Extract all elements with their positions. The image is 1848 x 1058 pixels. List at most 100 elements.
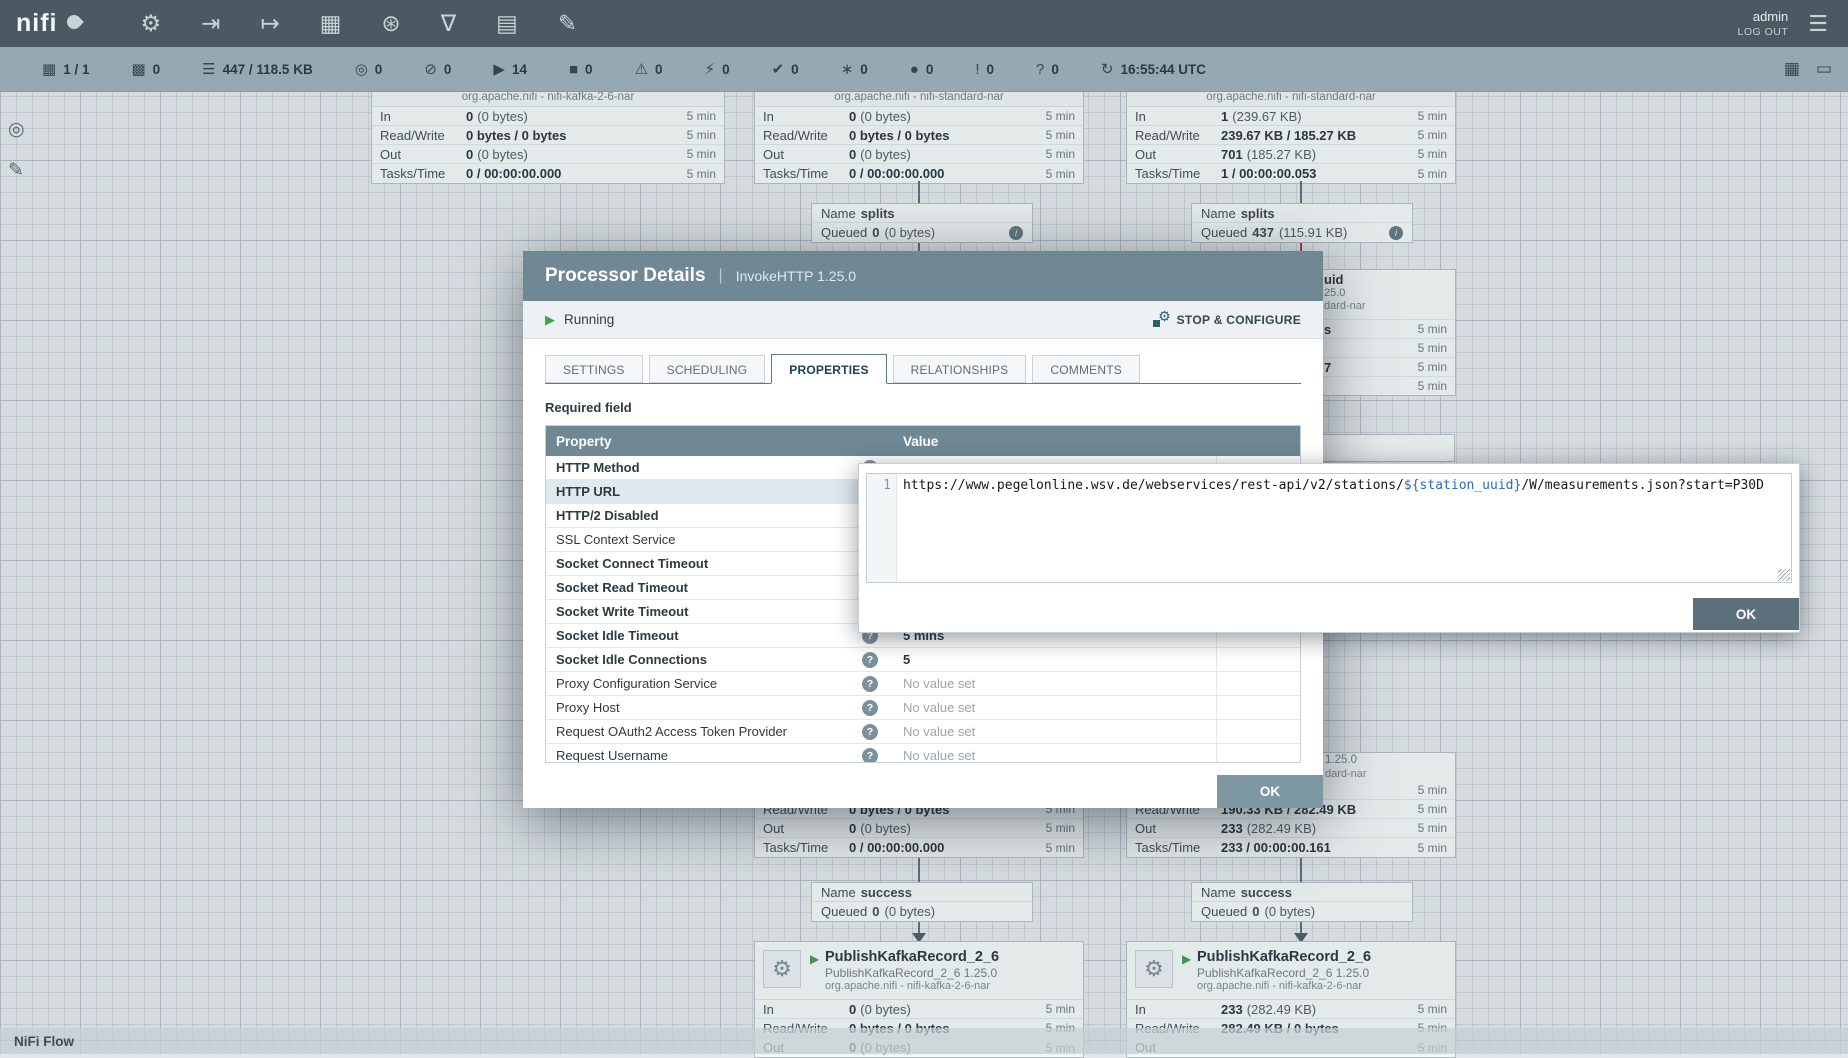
property-value[interactable]: No value set bbox=[893, 724, 1216, 739]
dialog-status-bar: ▶ Running ⚙ STOP & CONFIGURE bbox=[523, 301, 1323, 339]
nifi-logo: nifi bbox=[16, 9, 81, 38]
input-port-icon[interactable]: ⇥ bbox=[201, 12, 220, 35]
status-item: ? 0 bbox=[1036, 62, 1059, 77]
refresh-icon[interactable]: ↻ bbox=[1101, 62, 1114, 77]
property-name: SSL Context Service bbox=[546, 532, 862, 547]
component-toolbar: ⚙ ⇥ ↦ ▦ ⊛ ∇ ▤ ✎ bbox=[141, 12, 578, 35]
status-item: ! 0 bbox=[975, 62, 994, 77]
property-name: HTTP/2 Disabled bbox=[546, 508, 862, 523]
status-item: ⚡ 0 bbox=[705, 62, 730, 77]
property-name: HTTP URL bbox=[546, 484, 862, 499]
help-icon: ? bbox=[862, 676, 878, 692]
run-status-label: Running bbox=[564, 312, 614, 327]
value-column-header: Value bbox=[893, 434, 1300, 449]
label-icon[interactable]: ✎ bbox=[558, 12, 577, 35]
queued-icon: ☰ bbox=[202, 62, 215, 77]
up-to-date-icon: ✔ bbox=[772, 62, 785, 77]
drop-icon bbox=[64, 12, 84, 32]
property-actions-cell bbox=[1216, 696, 1300, 719]
property-column-header: Property bbox=[546, 434, 893, 449]
status-item: ● 0 bbox=[910, 62, 934, 77]
property-actions-cell bbox=[1216, 672, 1300, 695]
tab-properties[interactable]: PROPERTIES bbox=[771, 354, 886, 384]
property-name: Proxy Host bbox=[546, 700, 862, 715]
status-item: ∗ 0 bbox=[841, 62, 868, 77]
app-header: nifi ⚙ ⇥ ↦ ▦ ⊛ ∇ ▤ ✎ admin LOG OUT ☰ bbox=[0, 0, 1848, 47]
remote-process-group-icon[interactable]: ⊛ bbox=[381, 12, 400, 35]
property-name: Request OAuth2 Access Token Provider bbox=[546, 724, 862, 739]
property-actions-cell bbox=[1216, 648, 1300, 671]
property-value[interactable]: 5 bbox=[893, 652, 1216, 667]
status-item: ⚠ 0 bbox=[635, 62, 663, 77]
property-name: Request Username bbox=[546, 748, 862, 762]
property-name: Socket Write Timeout bbox=[546, 604, 862, 619]
help-icon: ? bbox=[862, 748, 878, 763]
property-actions-cell bbox=[1216, 720, 1300, 743]
status-item: ◎ 0 bbox=[355, 62, 383, 77]
property-name: Proxy Configuration Service bbox=[546, 676, 862, 691]
stopped-icon: ■ bbox=[569, 62, 578, 77]
process-group-icon[interactable]: ▦ bbox=[320, 12, 342, 35]
stop-and-configure-button[interactable]: ⚙ STOP & CONFIGURE bbox=[1153, 312, 1301, 328]
disabled-icon: ⚡ bbox=[705, 62, 716, 77]
dialog-subtitle: InvokeHTTP 1.25.0 bbox=[736, 268, 856, 284]
required-field-note: Required field bbox=[545, 400, 1301, 415]
property-value[interactable]: No value set bbox=[893, 676, 1216, 691]
output-port-icon[interactable]: ↦ bbox=[260, 12, 279, 35]
help-icon: ? bbox=[862, 700, 878, 716]
processor-icon[interactable]: ⚙ bbox=[141, 12, 162, 35]
property-actions-cell bbox=[1216, 744, 1300, 762]
status-item: ▦ 1 / 1 bbox=[42, 62, 89, 77]
not-transmitting-icon: ⊘ bbox=[424, 62, 437, 77]
property-row[interactable]: Request OAuth2 Access Token Provider ? N… bbox=[546, 720, 1300, 744]
value-code-editor[interactable]: 1 https://www.pegelonline.wsv.de/webserv… bbox=[866, 473, 1792, 583]
status-item: ☰ 447 / 118.5 KB bbox=[202, 62, 313, 77]
threads-icon: ▩ bbox=[131, 62, 145, 77]
property-value-editor-popup: 1 https://www.pegelonline.wsv.de/webserv… bbox=[858, 463, 1800, 633]
last-refresh-time: 16:55:44 UTC bbox=[1120, 62, 1206, 77]
running-icon: ▶ bbox=[493, 62, 505, 77]
property-row[interactable]: Request Username ? No value set bbox=[546, 744, 1300, 762]
properties-table-header: Property Value bbox=[546, 426, 1300, 456]
status-item: ▶ 14 bbox=[493, 62, 527, 77]
cluster-icon: ▦ bbox=[42, 62, 56, 77]
tab-scheduling[interactable]: SCHEDULING bbox=[649, 355, 766, 383]
tab-settings[interactable]: SETTINGS bbox=[545, 355, 643, 383]
property-row[interactable]: Proxy Configuration Service ? No value s… bbox=[546, 672, 1300, 696]
grid-toggle-icon[interactable]: ▦ bbox=[1784, 59, 1800, 79]
property-row[interactable]: Socket Idle Connections ? 5 bbox=[546, 648, 1300, 672]
property-row[interactable]: Proxy Host ? No value set bbox=[546, 696, 1300, 720]
tab-relationships[interactable]: RELATIONSHIPS bbox=[893, 355, 1027, 383]
property-name: HTTP Method bbox=[546, 460, 862, 475]
resize-grip[interactable] bbox=[1778, 569, 1790, 581]
status-item: ■ 0 bbox=[569, 62, 593, 77]
dialog-ok-button[interactable]: OK bbox=[1217, 775, 1323, 808]
dialog-tabs: SETTINGS SCHEDULING PROPERTIES RELATIONS… bbox=[545, 353, 1301, 384]
invalid-icon: ⚠ bbox=[635, 62, 648, 77]
property-name: Socket Read Timeout bbox=[546, 580, 862, 595]
user-name: admin bbox=[1738, 9, 1789, 24]
logout-link[interactable]: LOG OUT bbox=[1738, 26, 1789, 38]
locally-modified-icon: ∗ bbox=[841, 62, 854, 77]
expression-language-token: ${station_uuid} bbox=[1404, 478, 1521, 493]
editor-ok-button[interactable]: OK bbox=[1693, 598, 1799, 630]
help-icon: ? bbox=[862, 724, 878, 740]
property-value[interactable]: No value set bbox=[893, 748, 1216, 762]
property-name: Socket Idle Timeout bbox=[546, 628, 862, 643]
property-name: Socket Connect Timeout bbox=[546, 556, 862, 571]
template-icon[interactable]: ▤ bbox=[496, 12, 518, 35]
property-value[interactable]: No value set bbox=[893, 700, 1216, 715]
panel-toggle-icon[interactable]: ▭ bbox=[1816, 59, 1832, 79]
help-icon: ? bbox=[862, 652, 878, 668]
sync-failure-icon: ? bbox=[1036, 62, 1044, 77]
hamburger-menu-icon[interactable]: ☰ bbox=[1808, 11, 1828, 37]
running-status-icon: ▶ bbox=[545, 312, 555, 328]
funnel-icon[interactable]: ∇ bbox=[441, 12, 456, 35]
stop-configure-icon: ⚙ bbox=[1153, 312, 1170, 328]
property-name: Socket Idle Connections bbox=[546, 652, 862, 667]
value-code-line[interactable]: https://www.pegelonline.wsv.de/webservic… bbox=[897, 474, 1791, 582]
line-number: 1 bbox=[883, 478, 891, 493]
dialog-header: Processor Details | InvokeHTTP 1.25.0 bbox=[523, 251, 1323, 301]
transmitting-icon: ◎ bbox=[355, 62, 368, 77]
tab-comments[interactable]: COMMENTS bbox=[1032, 355, 1140, 383]
